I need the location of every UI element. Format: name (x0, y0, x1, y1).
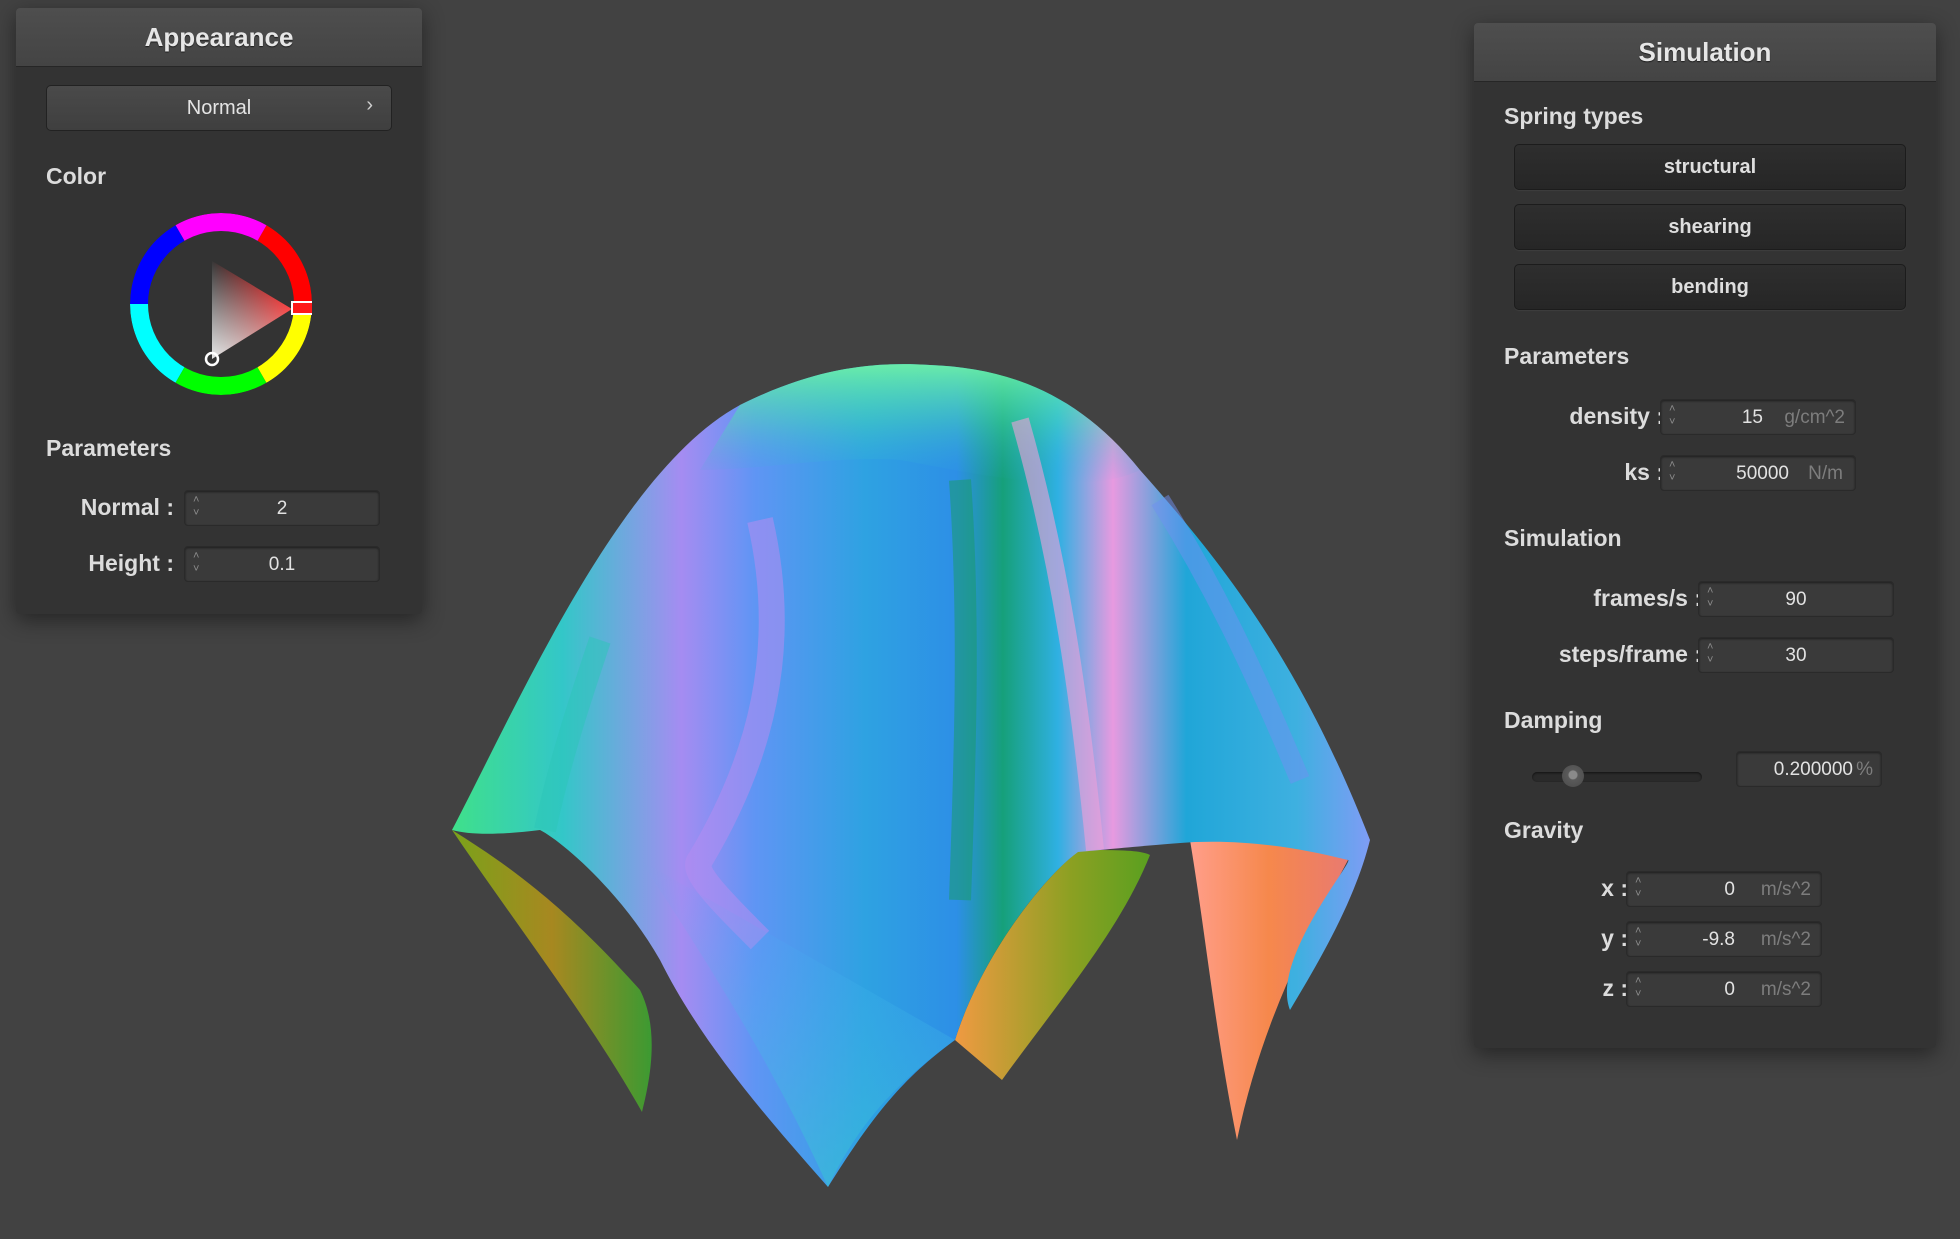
ks-label: ks : (1624, 459, 1664, 485)
color-label: Color (46, 163, 107, 189)
spring-types-label: Spring types (1504, 103, 1644, 129)
shearing-spring-button[interactable]: shearing (1514, 204, 1906, 250)
steps-per-frame-spinbox[interactable]: ˄ ˅ 30 (1698, 637, 1894, 673)
spin-arrows-icon[interactable]: ˄ ˅ (1635, 925, 1641, 951)
bending-spring-button[interactable]: bending (1514, 264, 1906, 310)
shading-mode-value: Normal (186, 96, 252, 119)
gravity-x-value: 0 (1724, 879, 1735, 900)
damping-value: 0.200000 (1773, 759, 1853, 780)
damping-unit: % (1856, 759, 1873, 780)
density-value: 15 (1741, 407, 1763, 428)
shading-mode-dropdown[interactable]: Normal › (46, 85, 392, 131)
height-label: Height : (88, 550, 174, 576)
density-unit: g/cm^2 (1784, 407, 1845, 428)
gravity-z-value: 0 (1724, 979, 1735, 1000)
spin-arrows-icon[interactable]: ˄ ˅ (1669, 459, 1675, 485)
spin-arrows-icon[interactable]: ˄ ˅ (1635, 975, 1641, 1001)
spin-arrows-icon[interactable]: ˄ ˅ (1635, 875, 1641, 901)
damping-slider[interactable] (1532, 762, 1702, 792)
gravity-y-value: -9.8 (1702, 929, 1735, 950)
gravity-label: Gravity (1504, 817, 1584, 843)
gravity-y-label: y : (1601, 925, 1628, 951)
frames-per-second-spinbox[interactable]: ˄ ˅ 90 (1698, 581, 1894, 617)
frames-per-second-label: frames/s : (1593, 585, 1702, 611)
gravity-y-spinbox[interactable]: ˄ ˅ -9.8 m/s^2 (1626, 921, 1822, 957)
appearance-title: Appearance (16, 8, 422, 67)
gravity-x-spinbox[interactable]: ˄ ˅ 0 m/s^2 (1626, 871, 1822, 907)
normal-label: Normal : (80, 494, 174, 520)
density-spinbox[interactable]: ˄ ˅ 15 g/cm^2 (1660, 399, 1856, 435)
damping-slider-track (1532, 772, 1702, 782)
height-spinbox[interactable]: ˄ ˅ 0.1 (184, 546, 380, 582)
color-wheel[interactable] (130, 213, 319, 395)
gravity-z-unit: m/s^2 (1760, 979, 1811, 1000)
structural-label: structural (1663, 155, 1757, 178)
steps-per-frame-label: steps/frame : (1558, 641, 1702, 667)
shearing-label: shearing (1668, 215, 1752, 238)
simulation-section-label: Simulation (1504, 525, 1622, 551)
appearance-panel: Appearance Normal › Color Parameters Nor… (16, 8, 422, 614)
appearance-params-label: Parameters (46, 435, 172, 461)
damping-field[interactable]: 0.200000 % (1736, 751, 1882, 787)
simulation-title: Simulation (1474, 23, 1936, 82)
simulation-params-label: Parameters (1504, 343, 1630, 369)
simulation-panel: Simulation Spring types structural shear… (1474, 23, 1936, 1048)
color-wheel-icon (130, 213, 319, 395)
ks-unit: N/m (1808, 463, 1843, 484)
gravity-z-label: z : (1602, 975, 1628, 1001)
density-label: density : (1569, 403, 1664, 429)
gravity-x-unit: m/s^2 (1760, 879, 1811, 900)
normal-spinbox[interactable]: ˄ ˅ 2 (184, 490, 380, 526)
gravity-z-spinbox[interactable]: ˄ ˅ 0 m/s^2 (1626, 971, 1822, 1007)
gravity-y-unit: m/s^2 (1760, 929, 1811, 950)
spin-arrows-icon[interactable]: ˄ ˅ (1669, 403, 1675, 429)
height-value: 0.1 (268, 554, 296, 575)
damping-label: Damping (1504, 707, 1603, 733)
chevron-right-icon: › (366, 94, 373, 116)
ks-value: 50000 (1736, 463, 1789, 484)
frames-per-second-value: 90 (1785, 589, 1807, 610)
structural-spring-button[interactable]: structural (1514, 144, 1906, 190)
bending-label: bending (1671, 275, 1749, 298)
normal-value: 2 (276, 498, 288, 519)
steps-per-frame-value: 30 (1785, 645, 1807, 666)
gravity-x-label: x : (1601, 875, 1628, 901)
ks-spinbox[interactable]: ˄ ˅ 50000 N/m (1660, 455, 1856, 491)
damping-slider-handle[interactable] (1562, 765, 1584, 787)
